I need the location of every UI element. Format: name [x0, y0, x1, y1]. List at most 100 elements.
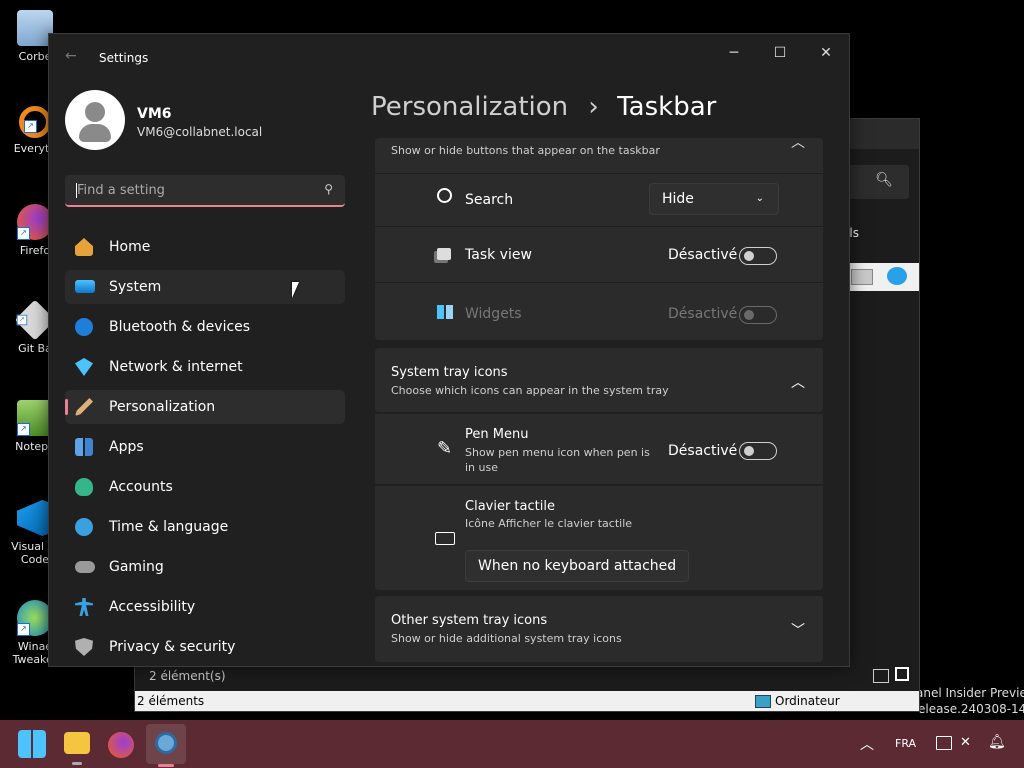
nav-item-time-language[interactable]: Time & language [65, 510, 345, 544]
pen-menu-desc-2: in use [465, 461, 498, 474]
nav-label: Personalization [109, 399, 216, 415]
pen-menu-card: ✎ Pen Menu Show pen menu icon when pen i… [375, 414, 823, 484]
search-box[interactable]: Find a setting ⚲ [65, 175, 345, 207]
system-tray-subtitle: Choose which icons can appear in the sys… [391, 384, 669, 397]
shield-icon [75, 638, 93, 656]
user-name: VM6 [137, 106, 172, 122]
network-icon[interactable] [936, 736, 952, 750]
chevron-down-icon: ⌄ [665, 560, 674, 571]
notification-bell-icon[interactable]: 🔔︎ [988, 734, 1006, 750]
nav-item-accounts[interactable]: Accounts [65, 470, 345, 504]
running-indicator [72, 762, 82, 765]
other-tray-card[interactable]: Other system tray icons Show or hide add… [375, 596, 823, 662]
nav-label: Privacy & security [109, 639, 236, 655]
task-view-toggle[interactable] [739, 247, 777, 265]
search-input[interactable]: Find a setting [77, 183, 165, 198]
nav-item-personalization[interactable]: Personalization [65, 390, 345, 424]
bluetooth-icon [75, 318, 93, 336]
explorer-statusbar: 2 éléments Ordinateur [135, 691, 919, 711]
user-avatar[interactable] [65, 90, 125, 150]
explorer-toolbar-strip [849, 263, 919, 291]
window-title: Settings [99, 51, 149, 65]
selected-indicator [65, 399, 68, 415]
dropdown-value: When no keyboard attached [478, 558, 677, 574]
cloud-icon [887, 267, 907, 285]
start-button[interactable] [18, 730, 46, 758]
shortcut-arrow-icon: ↗ [16, 314, 28, 326]
view-details-icon[interactable] [873, 669, 889, 683]
system-icon [75, 280, 95, 293]
task-view-row: Task view Désactivé [375, 227, 823, 282]
clavier-dropdown[interactable]: When no keyboard attached ⌄ [465, 550, 689, 582]
magnifier-icon: ↗ [19, 106, 51, 138]
nav-label: System [109, 279, 162, 295]
person-icon-head [85, 102, 105, 122]
element-count-label: 2 élément(s) [149, 669, 226, 683]
task-view-icon [437, 248, 451, 260]
page-title: Taskbar [617, 92, 717, 122]
pen-menu-title: Pen Menu [465, 427, 529, 442]
search-mode-dropdown[interactable]: Hide ⌄ [649, 183, 779, 215]
shortcut-arrow-icon: ↗ [17, 227, 30, 240]
nav-item-accessibility[interactable]: Accessibility [65, 590, 345, 624]
nav-label: Bluetooth & devices [109, 319, 251, 335]
search-row: Search Hide ⌄ [375, 174, 823, 226]
collapse-chevron-icon[interactable]: ︿ [791, 372, 805, 392]
person-icon-body [79, 124, 111, 142]
view-tiles-icon[interactable] [895, 667, 909, 681]
clavier-desc: Icône Afficher le clavier tactile [465, 517, 633, 530]
firefox-taskbar-icon[interactable] [108, 732, 134, 758]
expand-chevron-icon[interactable]: ﹀ [791, 620, 805, 640]
widgets-toggle[interactable] [739, 306, 777, 324]
system-tray-card[interactable]: System tray icons Choose which icons can… [375, 348, 823, 412]
pen-menu-toggle[interactable] [739, 442, 777, 460]
other-tray-subtitle: Show or hide additional system tray icon… [391, 632, 622, 645]
widgets-icon [437, 305, 453, 319]
nav-label: Home [109, 239, 151, 255]
settings-taskbar-icon[interactable] [146, 724, 186, 764]
clock-globe-icon [75, 518, 93, 536]
pen-menu-state: Désactivé [668, 443, 738, 459]
wifi-icon [75, 358, 93, 376]
nav-item-apps[interactable]: Apps [65, 430, 345, 464]
chevron-up-icon[interactable]: ︿ [860, 734, 874, 754]
clavier-title: Clavier tactile [465, 499, 555, 514]
nav-label: Accounts [109, 479, 173, 495]
breadcrumb-parent[interactable]: Personalization [371, 92, 568, 122]
home-icon [75, 238, 93, 256]
accounts-icon [75, 478, 93, 496]
task-view-label: Task view [465, 247, 532, 263]
pen-icon: ✎ [437, 438, 453, 459]
volume-muted-icon[interactable]: ✕ [960, 735, 971, 750]
search-icon: 🔍︎ [875, 172, 893, 188]
search-icon [437, 188, 452, 203]
task-view-state: Désactivé [668, 247, 738, 263]
watermark-line1: anel Insider Preview [916, 686, 1024, 700]
collapse-chevron-icon[interactable]: ︿ [791, 132, 805, 152]
shortcut-arrow-icon: ↗ [17, 423, 30, 436]
nav-item-network[interactable]: Network & internet [65, 350, 345, 384]
close-button[interactable]: ✕ [803, 38, 849, 68]
nav-label: Gaming [109, 559, 164, 575]
nav-item-system[interactable]: System [65, 270, 345, 304]
language-indicator[interactable]: FRA [895, 737, 916, 750]
shortcut-arrow-icon: ↗ [24, 120, 37, 133]
settings-window[interactable]: ← Settings ─ ☐ ✕ VM6 VM6@collabnet.local… [48, 33, 850, 667]
title-bar[interactable]: ← Settings ─ ☐ ✕ [49, 34, 849, 78]
explorer-search-box[interactable]: 🔍︎ [849, 165, 909, 199]
running-indicator-active [158, 764, 174, 767]
status-location: Ordinateur [775, 694, 840, 708]
chevron-down-icon: ⌄ [755, 193, 764, 204]
pen-menu-desc-1: Show pen menu icon when pen is [465, 446, 650, 459]
nav-item-home[interactable]: Home [65, 230, 345, 264]
nav-item-bluetooth[interactable]: Bluetooth & devices [65, 310, 345, 344]
nav-item-privacy[interactable]: Privacy & security [65, 630, 345, 664]
nav-item-gaming[interactable]: Gaming [65, 550, 345, 584]
back-arrow-icon[interactable]: ← [65, 48, 77, 64]
nav-label: Apps [109, 439, 144, 455]
maximize-button[interactable]: ☐ [757, 38, 803, 68]
taskbar-items-subtitle: Show or hide buttons that appear on the … [391, 144, 660, 157]
minimize-button[interactable]: ─ [711, 38, 757, 68]
file-explorer-taskbar-icon[interactable] [64, 732, 90, 754]
search-icon: ⚲ [324, 182, 333, 196]
